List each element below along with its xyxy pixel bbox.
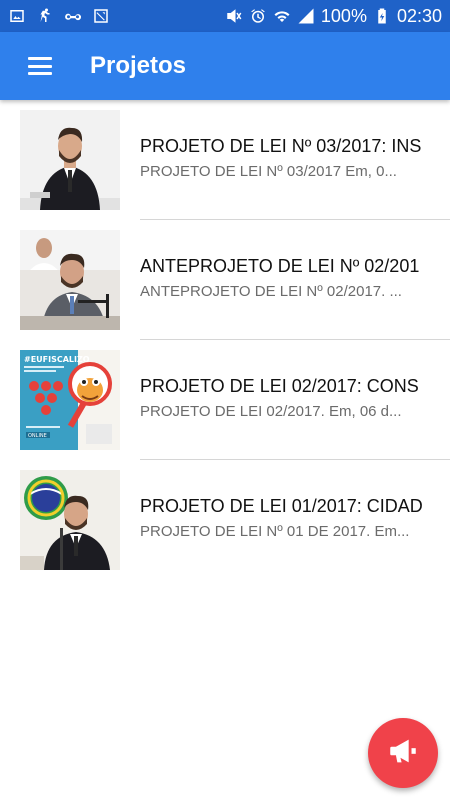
clock: 02:30: [396, 5, 442, 26]
list-item[interactable]: #EUFISCALIZO ONLINE PROJETO DE LEI 02/20…: [0, 340, 450, 460]
page-title: Projetos: [90, 52, 187, 79]
tools-icon: [92, 7, 110, 25]
menu-icon: [28, 57, 52, 75]
project-summary: ANTEPROJETO DE LEI Nº 02/2017. ...: [140, 283, 402, 300]
project-thumbnail: #EUFISCALIZO ONLINE: [20, 350, 120, 450]
project-thumbnail: [20, 110, 120, 210]
app-bar: Projetos: [0, 32, 450, 100]
image-notification-icon: [8, 7, 26, 25]
project-thumbnail: [20, 230, 120, 330]
project-title: PROJETO DE LEI 01/2017: CIDAD: [140, 496, 423, 516]
signal-icon: [297, 7, 315, 25]
announce-button[interactable]: [368, 718, 438, 788]
project-title: ANTEPROJETO DE LEI Nº 02/201: [140, 256, 420, 276]
megaphone-icon: [386, 734, 420, 773]
project-summary: PROJETO DE LEI 02/2017. Em, 06 d...: [140, 403, 402, 420]
status-bar: 100% 02:30: [0, 0, 450, 32]
thumbnail-hashtag: #EUFISCALIZO: [24, 355, 90, 364]
project-thumbnail: [20, 470, 120, 570]
list-item[interactable]: PROJETO DE LEI 01/2017: CIDAD PROJETO DE…: [0, 460, 450, 580]
wifi-icon: [273, 7, 291, 25]
menu-button[interactable]: [0, 32, 80, 100]
alarm-icon: [249, 7, 267, 25]
battery-percent: 100%: [320, 5, 367, 26]
project-summary: PROJETO DE LEI Nº 03/2017 Em, 0...: [140, 163, 397, 180]
list-item[interactable]: ANTEPROJETO DE LEI Nº 02/201 ANTEPROJETO…: [0, 220, 450, 340]
voicemail-icon: [64, 7, 82, 25]
project-list: PROJETO DE LEI Nº 03/2017: INS PROJETO D…: [0, 100, 450, 580]
running-icon: [36, 7, 54, 25]
project-title: PROJETO DE LEI Nº 03/2017: INS: [140, 136, 422, 156]
list-item[interactable]: PROJETO DE LEI Nº 03/2017: INS PROJETO D…: [0, 100, 450, 220]
thumbnail-badge: ONLINE: [28, 433, 47, 439]
project-summary: PROJETO DE LEI Nº 01 DE 2017. Em...: [140, 523, 410, 540]
mute-icon: [225, 7, 243, 25]
project-title: PROJETO DE LEI 02/2017: CONS: [140, 376, 419, 396]
battery-charging-icon: [373, 7, 391, 25]
